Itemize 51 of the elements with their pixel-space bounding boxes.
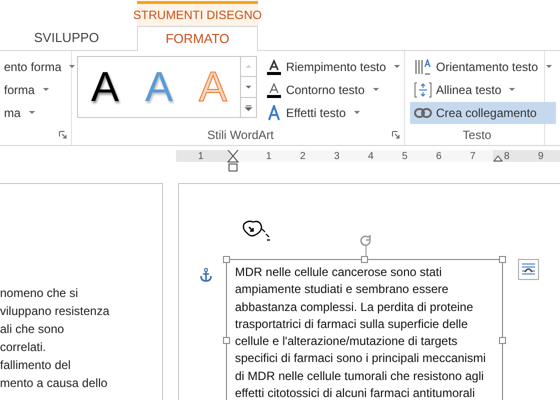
resize-handle[interactable] xyxy=(361,256,368,263)
caret-icon xyxy=(354,111,360,115)
caret-icon xyxy=(28,111,35,115)
ruler-number: 6 xyxy=(436,150,442,164)
ruler-number: 1 xyxy=(198,150,204,164)
ribbon-button[interactable]: Riempimento testo xyxy=(262,56,404,78)
text-box-text: MDR nelle cellule cancerose sono stati ampiamente studiati e sembrano essere abbastanza complessi. La perdita di proteine trasportatrici di farmaci sulla superficie delle cellule e l'alterazione/mutazione di targets specifici di farmaci sono i principali meccanismi di MDR nelle cellule tumorali che resistono agli effetti citotossici di alcuni farmaci antitumorali xyxy=(235,264,487,400)
ribbon-tab[interactable]: SVILUPPO xyxy=(26,25,108,50)
caret-icon xyxy=(546,65,552,69)
ribbon-button[interactable]: Effetti testo xyxy=(262,102,404,124)
text-effects-icon xyxy=(266,105,282,121)
ruler-number: 2 xyxy=(300,150,306,164)
ribbon-button[interactable]: Allinea testo xyxy=(410,79,556,101)
resize-handle[interactable] xyxy=(223,256,230,263)
ribbon-button[interactable]: Crea collegamento xyxy=(410,102,556,124)
page-text: nomeno che si viluppano resistenza ali che sono correlati. fallimento del mento a causa dello xyxy=(0,285,110,392)
ribbon-button[interactable]: ma xyxy=(0,102,39,124)
dialog-launcher-icon[interactable] xyxy=(392,131,400,139)
align-text-icon xyxy=(414,82,432,98)
ruler-number: 9 xyxy=(538,150,544,164)
dialog-launcher-icon[interactable] xyxy=(59,131,67,139)
resize-handle[interactable] xyxy=(223,337,230,344)
caret-icon xyxy=(69,65,76,69)
caret-icon xyxy=(394,65,400,69)
text-fill-icon xyxy=(266,59,282,75)
resize-handle[interactable] xyxy=(499,256,506,263)
resize-handle[interactable] xyxy=(499,337,506,344)
right-indent-marker-icon[interactable] xyxy=(493,155,503,162)
ruler-number: 8 xyxy=(504,150,510,164)
ruler-number: 1 xyxy=(266,150,272,164)
wordart-style[interactable]: A xyxy=(90,66,119,108)
ribbon-button[interactable]: Orientamento testo xyxy=(410,56,556,78)
group-label: Stili WordArt xyxy=(207,127,274,144)
indent-marker-icon[interactable] xyxy=(227,150,239,172)
ruler-number: 4 xyxy=(368,150,374,164)
group-label: Testo xyxy=(462,127,492,144)
ruler-number: 3 xyxy=(334,150,340,164)
ribbon-button[interactable]: forma xyxy=(0,79,53,101)
ribbon-button[interactable]: Contorno testo xyxy=(262,79,404,101)
anchor-icon xyxy=(200,268,212,282)
caret-icon xyxy=(42,88,49,92)
link-icon xyxy=(414,108,432,118)
ribbon-tab[interactable]: FORMATO xyxy=(137,26,258,51)
ruler-number: 5 xyxy=(402,150,408,164)
text-outline-icon xyxy=(266,82,282,98)
text-direction-icon xyxy=(414,59,432,75)
ribbon-button[interactable]: ento forma xyxy=(0,56,80,78)
caret-icon xyxy=(509,88,516,92)
caret-icon xyxy=(372,88,379,92)
ruler-number: 7 xyxy=(470,150,476,164)
layout-options-icon[interactable] xyxy=(518,259,539,280)
